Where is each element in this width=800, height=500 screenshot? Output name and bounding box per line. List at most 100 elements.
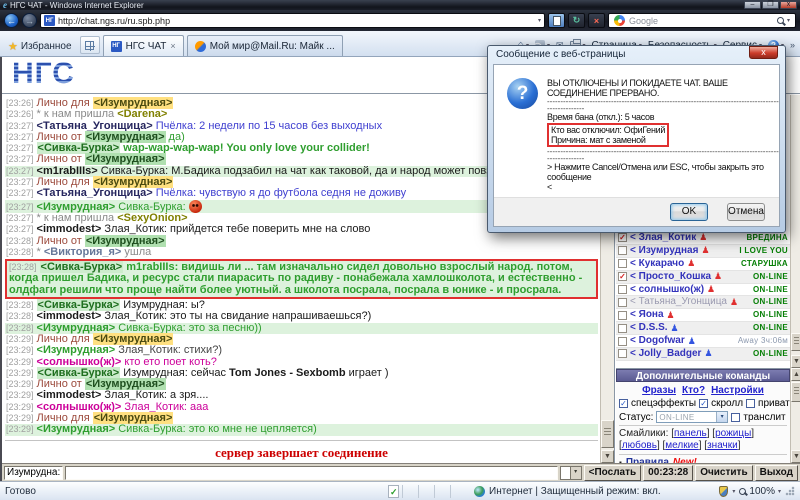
dialog-title: Сообщение с веб-страницы: [496, 49, 625, 60]
commands-scrollbar[interactable]: ▲ ▼: [790, 368, 800, 463]
command-link[interactable]: Кто?: [682, 385, 705, 396]
quick-tabs-button[interactable]: [80, 36, 100, 54]
chevron-down-icon[interactable]: ▾: [570, 467, 581, 479]
text-segment: <Сивка-Бурка>: [37, 299, 121, 311]
user-checkbox[interactable]: [618, 324, 627, 333]
user-checkbox[interactable]: [618, 246, 627, 255]
user-name[interactable]: Кукарачо: [630, 259, 684, 269]
user-name[interactable]: солнышко(ж): [630, 285, 704, 295]
scroll-down-button[interactable]: ▼: [791, 450, 800, 463]
minimize-button[interactable]: –: [744, 1, 761, 9]
chevron-down-icon[interactable]: ▾: [716, 412, 727, 422]
scroll-thumb[interactable]: [601, 420, 614, 448]
user-name[interactable]: Просто_Кошка: [630, 272, 711, 282]
url-field[interactable]: НГ http://chat.ngs.ru/ru.spb.php ▾: [40, 13, 545, 28]
forward-button[interactable]: →: [22, 13, 37, 28]
status-select[interactable]: ON-LINE ▾: [656, 411, 728, 423]
url-dropdown-icon[interactable]: ▾: [538, 17, 541, 24]
user-checkbox[interactable]: ✓: [618, 272, 627, 281]
translit-checkbox[interactable]: [731, 413, 740, 422]
search-dropdown-icon[interactable]: ▾: [787, 17, 790, 24]
close-button[interactable]: x: [780, 1, 797, 9]
option-label: спецэффекты: [631, 398, 696, 409]
user-checkbox[interactable]: [618, 259, 627, 268]
text-segment: <Изумрудная>: [37, 423, 116, 435]
clear-button[interactable]: Очистить: [695, 465, 752, 481]
user-row[interactable]: D.S.S.♟ON-LINE: [616, 322, 790, 335]
dropdown-icon[interactable]: ▾: [778, 488, 781, 495]
resize-grip[interactable]: [785, 486, 795, 496]
tab-mail-ru[interactable]: Мой мир@Mail.Ru: Майк ...: [187, 35, 343, 56]
maximize-button[interactable]: ❐: [762, 1, 779, 9]
option-checkbox[interactable]: ✓: [699, 399, 708, 408]
tab-close-icon[interactable]: ×: [170, 41, 175, 51]
dialog-close-button[interactable]: x: [749, 46, 778, 59]
favorites-button[interactable]: ★ Избранное: [3, 36, 77, 56]
timestamp: [23:27]: [6, 132, 34, 142]
search-box[interactable]: Google ▾: [608, 13, 796, 28]
scroll-down-button[interactable]: ▼: [601, 450, 614, 463]
message-input[interactable]: [65, 466, 557, 480]
user-name[interactable]: Татьяна_Угонщица: [630, 297, 727, 307]
scroll-down-button[interactable]: ▼: [791, 355, 800, 368]
command-link[interactable]: Настройки: [711, 385, 764, 396]
tab-label: НГС ЧАТ: [126, 41, 167, 52]
user-status: ВРЕДИНА: [746, 233, 788, 243]
option-checkbox[interactable]: [746, 399, 755, 408]
smiley-link[interactable]: [любовь]: [619, 440, 660, 451]
nickname-label: Изумрудна:: [4, 466, 63, 480]
ngs-logo[interactable]: НГС: [12, 57, 75, 91]
tab-ngs-chat[interactable]: НГ НГС ЧАТ ×: [103, 35, 184, 56]
user-checkbox[interactable]: [618, 285, 627, 294]
refresh-button[interactable]: ↻: [568, 13, 585, 28]
user-list-scrollbar[interactable]: ▼: [790, 95, 800, 368]
user-row[interactable]: ✓Злая_Котик♟ВРЕДИНА: [616, 232, 790, 245]
stop-icon: ×: [594, 16, 599, 26]
user-row[interactable]: Jolly_Badger♟ON-LINE: [616, 348, 790, 361]
compatibility-view-button[interactable]: [548, 13, 565, 28]
user-row[interactable]: Татьяна_Угонщица♟ON-LINE: [616, 296, 790, 309]
smiley-link[interactable]: [панель]: [671, 428, 709, 439]
user-checkbox[interactable]: [618, 311, 627, 320]
scroll-thumb[interactable]: [791, 333, 800, 351]
smiley-link[interactable]: [значки]: [702, 440, 741, 451]
user-name[interactable]: Jolly_Badger: [630, 349, 701, 359]
user-row[interactable]: солнышко(ж)♟ON-LINE: [616, 284, 790, 297]
timestamp: [23:29]: [6, 413, 34, 423]
user-name[interactable]: D.S.S.: [630, 323, 668, 333]
refresh-icon: ↻: [573, 15, 581, 26]
user-row[interactable]: Яона♟ON-LINE: [616, 309, 790, 322]
zoom-control[interactable]: 100% ▾: [739, 486, 781, 497]
text-segment: Лично для: [37, 412, 93, 424]
command-link[interactable]: Фразы: [642, 385, 676, 396]
back-button[interactable]: ←: [4, 13, 19, 28]
user-name[interactable]: Dogofwar: [630, 336, 685, 346]
user-row[interactable]: Изумрудная♟I LOVE YOU: [616, 245, 790, 258]
smiley-link[interactable]: [рожицы]: [710, 428, 755, 439]
user-checkbox[interactable]: ✓: [618, 233, 627, 242]
overflow-chevron-icon[interactable]: »: [790, 40, 795, 50]
search-icon[interactable]: [777, 17, 784, 24]
scroll-up-button[interactable]: ▲: [791, 368, 800, 381]
user-checkbox[interactable]: [618, 298, 627, 307]
send-button[interactable]: <Послать: [584, 465, 642, 481]
smiley-link[interactable]: [мелкие]: [660, 440, 702, 451]
user-checkbox[interactable]: [618, 349, 627, 358]
option-checkbox[interactable]: ✓: [619, 399, 628, 408]
dropdown-icon[interactable]: ▾: [732, 488, 735, 495]
phrase-combo[interactable]: ▾: [560, 466, 582, 480]
user-row[interactable]: Dogofwar♟Away 3ч:06м: [616, 335, 790, 348]
stop-button[interactable]: ×: [588, 13, 605, 28]
cancel-button[interactable]: Отмена: [727, 203, 765, 221]
ok-button[interactable]: OK: [670, 203, 708, 221]
user-name[interactable]: Изумрудная: [630, 246, 698, 256]
user-name[interactable]: Злая_Котик: [630, 233, 696, 243]
user-checkbox[interactable]: [618, 337, 627, 346]
user-row[interactable]: ✓Просто_Кошка♟ON-LINE: [616, 271, 790, 284]
red-person-icon: ♟: [730, 298, 738, 307]
scroll-thumb[interactable]: [791, 382, 800, 402]
exit-button[interactable]: Выход: [755, 465, 798, 481]
user-row[interactable]: Кукарачо♟СТАРУШКА: [616, 258, 790, 271]
dialog-titlebar[interactable]: Сообщение с веб-страницы: [488, 46, 785, 63]
user-name[interactable]: Яона: [630, 310, 664, 320]
